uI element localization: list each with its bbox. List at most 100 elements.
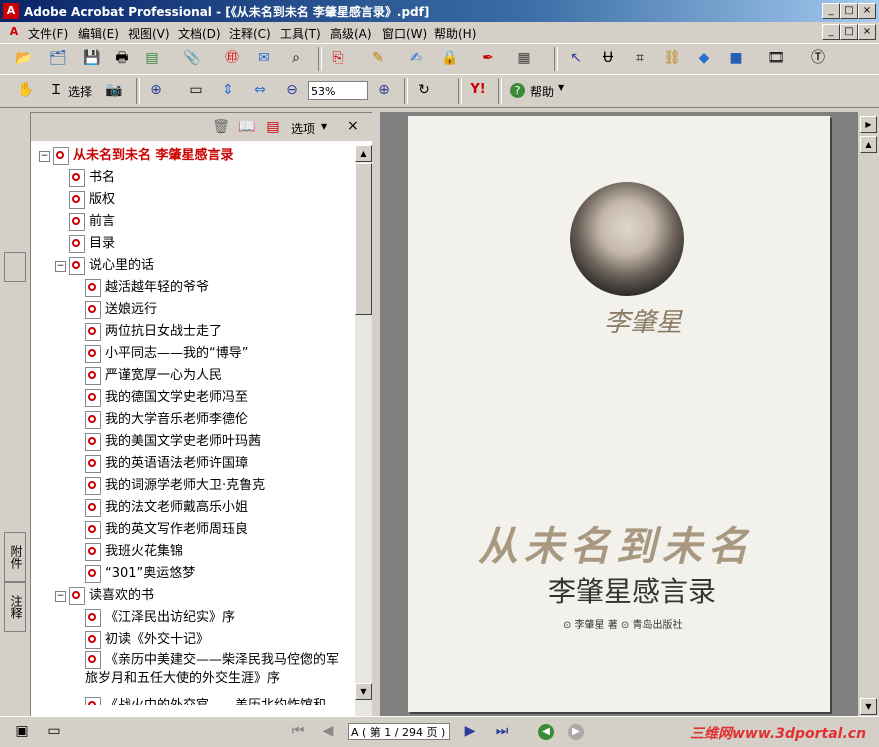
go-back-icon[interactable]: ◀ xyxy=(538,724,554,740)
bookmark-item[interactable]: 我的法文老师戴高乐小姐 xyxy=(85,497,248,519)
go-forward-icon[interactable]: ▶ xyxy=(568,724,584,740)
first-page-icon[interactable]: ⏮ xyxy=(288,721,308,741)
bookmark-item[interactable]: 小平同志——我的“博导” xyxy=(85,343,248,365)
bookmark-item[interactable]: 读喜欢的书 xyxy=(69,585,154,607)
menu-advanced[interactable]: 高级(A) xyxy=(330,25,372,42)
text-field-icon[interactable]: Ⓣ xyxy=(808,48,828,68)
bookmark-item[interactable]: 严谨宽厚一心为人民 xyxy=(85,365,222,387)
zoom-in-icon[interactable]: ⊕ xyxy=(146,80,166,100)
scroll-thumb[interactable] xyxy=(355,163,372,315)
help-icon[interactable]: ? xyxy=(510,83,525,98)
convert-pdf-icon[interactable]: ⎘ xyxy=(328,48,348,68)
forms-icon[interactable]: ▦ xyxy=(514,48,534,68)
bookmark-item[interactable]: 初读《外交十记》 xyxy=(85,629,209,651)
create-pdf-icon[interactable]: ▤ xyxy=(142,48,162,68)
secure-lock-icon[interactable]: 🔒 xyxy=(440,48,460,68)
bookmark-item[interactable]: 书名 xyxy=(69,167,115,189)
doc-close-button[interactable]: × xyxy=(858,24,876,40)
fit-page-icon[interactable]: ⇕ xyxy=(218,80,238,100)
document-menu-icon[interactable]: A xyxy=(4,22,24,42)
tree-expander-icon[interactable]: − xyxy=(39,151,50,162)
page-layout-icon[interactable]: ▭ xyxy=(44,721,64,741)
bookmark-scrollbar[interactable]: ▲ ▼ xyxy=(355,145,372,717)
bookmark-item[interactable]: 目录 xyxy=(69,233,115,255)
close-panel-button[interactable]: × xyxy=(347,118,359,134)
zoom-in-plus-icon[interactable]: ⊕ xyxy=(374,80,394,100)
select-text-icon[interactable]: Ɪ xyxy=(46,80,66,100)
menu-file[interactable]: 文件(F) xyxy=(28,25,68,42)
menu-comments[interactable]: 注释(C) xyxy=(229,25,271,42)
tree-expander-icon[interactable]: − xyxy=(55,591,66,602)
bookmark-item[interactable]: 《江泽民出访纪实》序 xyxy=(85,607,235,629)
bookmarks-tab[interactable] xyxy=(4,252,26,282)
bookmark-item[interactable]: 我的英语语法老师许国璋 xyxy=(85,453,248,475)
rectangle-icon[interactable]: ■ xyxy=(726,48,746,68)
menu-view[interactable]: 视图(V) xyxy=(128,25,170,42)
print-icon[interactable]: 🖶 xyxy=(112,48,132,68)
bookmark-item[interactable]: 我的德国文学史老师冯至 xyxy=(85,387,248,409)
select-object-icon[interactable]: ↖ xyxy=(566,48,586,68)
options-menu[interactable]: 选项 xyxy=(291,120,315,137)
tree-expander-icon[interactable]: − xyxy=(55,261,66,272)
document-scrollbar[interactable]: ▶ ▲ ▼ xyxy=(858,112,878,716)
options-dropdown-icon[interactable]: ▼ xyxy=(321,122,327,131)
scroll-up-icon[interactable]: ▲ xyxy=(355,145,372,162)
last-page-icon[interactable]: ⏭ xyxy=(492,721,512,741)
bookmark-item[interactable]: 我班火花集锦 xyxy=(85,541,183,563)
comments-tab[interactable]: 注释 xyxy=(4,582,26,632)
bookmark-item[interactable]: 版权 xyxy=(69,189,115,211)
zoom-level-input[interactable]: 53% xyxy=(308,81,368,100)
doc-minimize-button[interactable]: _ xyxy=(822,24,840,40)
stamp-icon[interactable]: ㊞ xyxy=(222,48,242,68)
help-dropdown-icon[interactable]: ▼ xyxy=(558,83,564,92)
help-button-label[interactable]: 帮助 xyxy=(530,83,554,100)
actual-size-icon[interactable]: ▭ xyxy=(186,80,206,100)
hand-tool-icon[interactable]: ✋ xyxy=(16,80,36,100)
bookmark-root[interactable]: 从未名到未名 李肇星感言录 xyxy=(53,145,234,167)
rotate-view-icon[interactable]: ↻ xyxy=(414,80,434,100)
review-comment-icon[interactable]: ✎ xyxy=(368,48,388,68)
bookmark-item[interactable]: 说心里的话 xyxy=(69,255,154,277)
bookmark-item[interactable]: 送娘远行 xyxy=(85,299,157,321)
menu-help[interactable]: 帮助(H) xyxy=(434,25,476,42)
previous-page-icon[interactable]: ◀ xyxy=(318,721,338,741)
attach-icon[interactable]: 📎 xyxy=(182,48,202,68)
doc-menu-arrow-icon[interactable]: ▶ xyxy=(860,116,877,133)
menu-tools[interactable]: 工具(T) xyxy=(280,25,321,42)
bookmark-item[interactable]: 两位抗日女战士走了 xyxy=(85,321,222,343)
save-icon[interactable]: 💾 xyxy=(82,48,102,68)
close-button[interactable]: × xyxy=(858,3,876,19)
open-folder-icon[interactable]: 📂 xyxy=(14,48,34,68)
bookmark-item[interactable]: 我的英文写作老师周珏良 xyxy=(85,519,248,541)
snapshot-icon[interactable]: 📷 xyxy=(104,80,124,100)
crop-icon[interactable]: ⌗ xyxy=(630,48,650,68)
doc-scroll-down-icon[interactable]: ▼ xyxy=(860,698,877,715)
find-binoculars-icon[interactable]: ⌕ xyxy=(286,48,306,68)
delete-bookmark-icon[interactable]: 🗑 xyxy=(211,117,231,137)
document-view[interactable]: 李肇星 从未名到未名 李肇星感言录 ⊙ 李肇星 著 ⊙ 青岛出版社 xyxy=(380,112,858,716)
minimize-button[interactable]: _ xyxy=(822,3,840,19)
fit-width-icon[interactable]: ⇔ xyxy=(250,80,270,100)
panel-splitter[interactable] xyxy=(372,112,380,716)
email-icon[interactable]: ✉ xyxy=(254,48,274,68)
yahoo-icon[interactable]: Y! xyxy=(468,80,488,100)
menu-window[interactable]: 窗口(W) xyxy=(382,25,427,42)
zoom-out-icon[interactable]: ⊖ xyxy=(282,80,302,100)
bookmark-item[interactable]: “301”奥运悠梦 xyxy=(85,563,195,585)
3d-icon[interactable]: ◆ xyxy=(694,48,714,68)
organizer-icon[interactable]: 🗂 xyxy=(48,48,68,68)
movie-icon[interactable]: 🎞 xyxy=(766,48,786,68)
touchup-text-icon[interactable]: Ʉ xyxy=(598,48,618,68)
bookmark-item[interactable]: 前言 xyxy=(69,211,115,233)
link-icon[interactable]: ⛓ xyxy=(662,48,682,68)
next-page-icon[interactable]: ▶ xyxy=(460,721,480,741)
new-bookmark-icon[interactable]: 📖 xyxy=(237,117,257,137)
bookmark-item[interactable]: 我的大学音乐老师李德伦 xyxy=(85,409,248,431)
maximize-button[interactable]: □ xyxy=(840,3,858,19)
menu-edit[interactable]: 编辑(E) xyxy=(78,25,119,42)
page-number-field[interactable]: A ( 第 1 / 294 页 ) xyxy=(348,723,450,740)
bookmark-item[interactable]: 越活越年轻的爷爷 xyxy=(85,277,209,299)
sign-icon[interactable]: ✍ xyxy=(406,48,426,68)
bookmark-item[interactable]: 《战火中的外交官——羌历北约炸馆和 xyxy=(85,695,326,705)
select-tool-label[interactable]: 选择 xyxy=(68,83,92,100)
